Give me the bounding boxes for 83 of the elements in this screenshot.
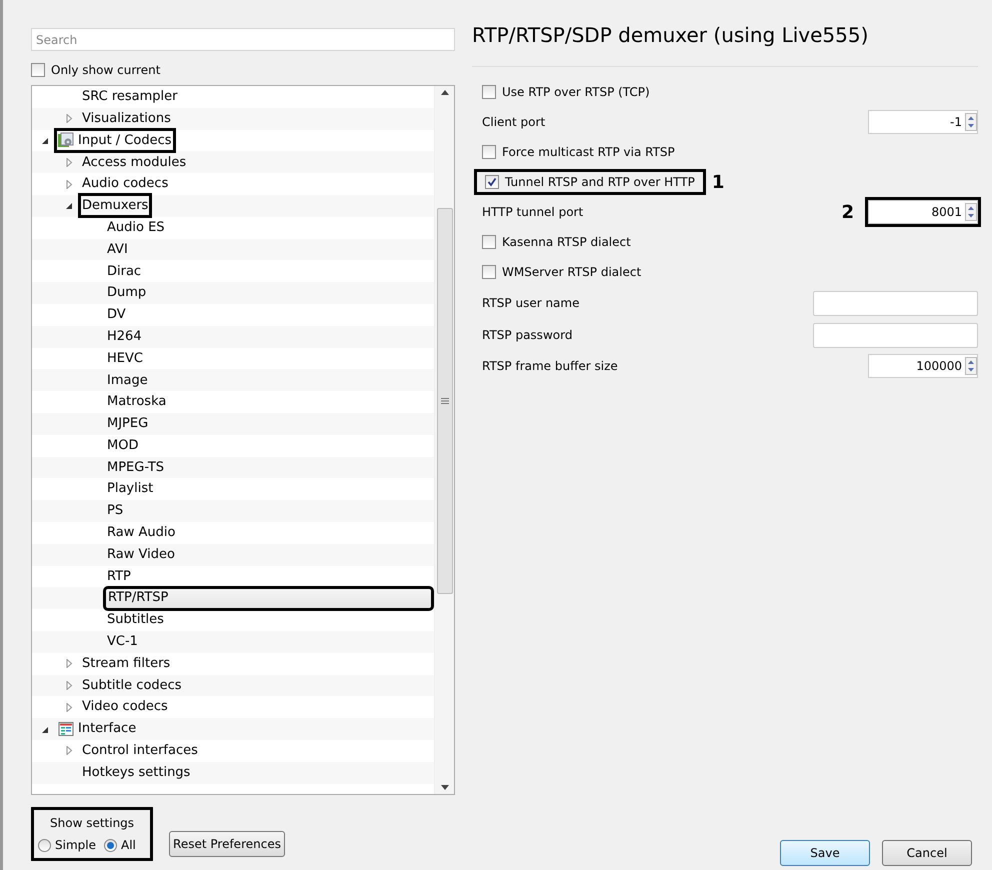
dialog-button[interactable]: Save [780, 840, 870, 866]
tree-item[interactable]: H264 [105, 326, 144, 348]
tree-item[interactable]: AVI [105, 238, 130, 260]
collapse-arrow-icon[interactable] [42, 724, 49, 734]
radio-button[interactable] [104, 838, 117, 852]
tree-item[interactable]: Input / Codecs [56, 130, 174, 151]
setting-label: Client port [482, 114, 546, 131]
callout-number: 1 [712, 170, 724, 194]
tree-item[interactable]: MPEG-TS [105, 456, 166, 478]
checkbox[interactable] [31, 63, 45, 77]
tree-item[interactable]: HEVC [105, 348, 145, 369]
tree-item[interactable]: DV [105, 304, 128, 326]
spin-box[interactable]: 100000 [868, 354, 978, 378]
checkbox[interactable] [482, 265, 496, 279]
reset-preferences-button[interactable]: Reset Preferences [169, 831, 285, 857]
spin-arrows-icon[interactable] [965, 203, 977, 221]
expand-arrow-icon[interactable] [66, 702, 73, 712]
tree-item[interactable]: SRC resampler [80, 86, 180, 108]
input-field[interactable] [813, 322, 978, 348]
checkbox-label: Only show current [51, 62, 160, 79]
tree-item[interactable]: Subtitles [105, 610, 166, 631]
tree-item[interactable]: Demuxers [80, 195, 150, 216]
setting-label: RTSP user name [482, 295, 580, 312]
scroll-up-icon[interactable] [440, 90, 448, 95]
tree-item[interactable]: Dump [105, 282, 148, 304]
checkbox-label: Tunnel RTSP and RTP over HTTP [505, 174, 695, 191]
checkbox[interactable] [482, 145, 496, 159]
collapse-arrow-icon[interactable] [42, 136, 49, 145]
tree-item[interactable]: Interface [56, 718, 138, 740]
tree-item[interactable]: MOD [105, 435, 140, 456]
expand-arrow-icon[interactable] [66, 180, 73, 189]
tree-item[interactable]: PS [105, 500, 126, 522]
interface-list-icon [58, 721, 74, 737]
codec-gear-icon [58, 132, 74, 148]
expand-arrow-icon[interactable] [66, 114, 73, 124]
scrollbar-thumb[interactable] [437, 208, 453, 594]
expand-arrow-icon[interactable] [66, 659, 73, 668]
spin-arrows-icon[interactable] [965, 357, 977, 375]
checkbox-label: WMServer RTSP dialect [502, 264, 642, 281]
grip-icon [441, 398, 449, 404]
spin-box[interactable]: 8001 [868, 200, 978, 224]
scrollbar[interactable] [434, 86, 454, 794]
checkmark-icon [487, 177, 497, 187]
checkbox[interactable] [482, 235, 496, 249]
setting-label: RTSP password [482, 327, 572, 344]
radio-label: Simple [55, 837, 96, 854]
radio-label: All [120, 837, 136, 854]
tree-item[interactable]: Image [105, 370, 150, 391]
dialog-button[interactable]: Cancel [882, 840, 972, 866]
expand-arrow-icon[interactable] [66, 158, 73, 167]
tree-item[interactable]: Raw Audio [105, 522, 178, 544]
spin-arrows-icon[interactable] [965, 113, 977, 131]
expand-arrow-icon[interactable] [66, 746, 73, 756]
tree-item[interactable]: Dirac [105, 260, 144, 282]
input-field[interactable] [813, 290, 978, 316]
spin-box[interactable]: -1 [868, 110, 978, 134]
group-title: Show settings [49, 815, 136, 832]
tree-item[interactable]: Playlist [105, 478, 156, 500]
tree-item[interactable]: Audio ES [105, 217, 167, 238]
tree-item[interactable]: RTP/RTSP [105, 588, 432, 609]
tree-item[interactable]: Matroska [105, 392, 168, 413]
tree-item[interactable]: Raw Video [105, 544, 177, 566]
setting-label: HTTP tunnel port [482, 204, 584, 221]
callout-number: 2 [841, 200, 854, 224]
tree-item[interactable]: Audio codecs [80, 174, 170, 195]
tree-item[interactable]: Stream filters [80, 653, 172, 674]
collapse-arrow-icon[interactable] [66, 201, 73, 210]
checkbox[interactable] [485, 175, 499, 189]
search-field[interactable]: Search [31, 28, 455, 51]
tree-item[interactable]: VC-1 [105, 631, 140, 652]
scroll-down-icon[interactable] [440, 785, 448, 790]
checkbox-label: Force multicast RTP via RTSP [502, 144, 675, 161]
tree-item[interactable]: Control interfaces [80, 740, 200, 762]
checkbox-label: Kasenna RTSP dialect [502, 234, 631, 251]
tree-item[interactable]: MJPEG [105, 413, 150, 434]
radio-button[interactable] [38, 838, 51, 852]
tree-item[interactable]: RTP [105, 566, 133, 587]
checkbox[interactable] [482, 85, 496, 99]
panel-title: RTP/RTSP/SDP demuxer (using Live555) [472, 22, 870, 49]
setting-label: RTSP frame buffer size [482, 358, 618, 375]
expand-arrow-icon[interactable] [66, 680, 73, 690]
checkbox-label: Use RTP over RTSP (TCP) [502, 84, 650, 101]
tree-item[interactable]: Video codecs [80, 696, 170, 718]
